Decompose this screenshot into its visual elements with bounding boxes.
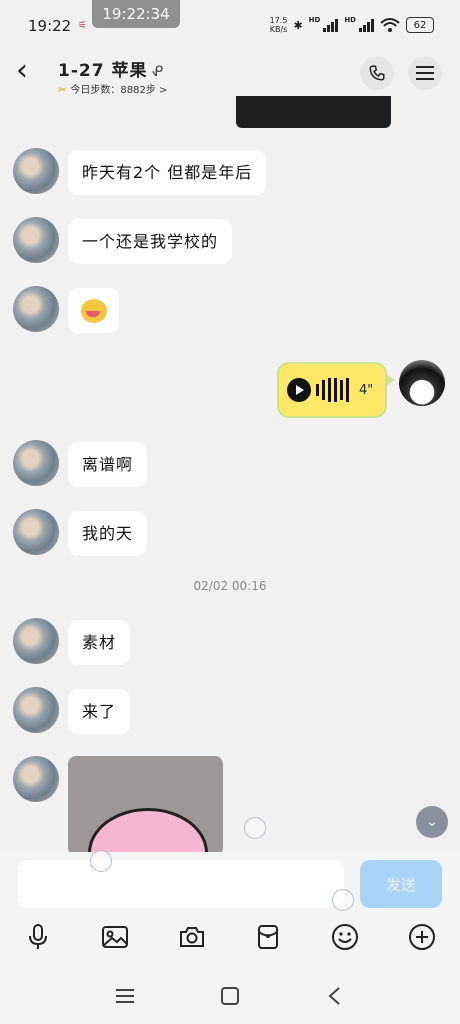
chevron-down-icon: ⌄ [426, 814, 438, 830]
notification-icon: ⚟ [78, 20, 87, 31]
laughing-emoji-icon [80, 298, 107, 323]
contact-avatar[interactable] [13, 440, 59, 486]
status-bar: 19:22 ⚟ 19:22:34 17.5 KB/s ✱ HD HD 62 [0, 0, 460, 50]
voice-duration: 4" [359, 382, 374, 398]
touch-indicator [332, 889, 354, 911]
menu-button[interactable] [408, 56, 442, 90]
contact-avatar[interactable] [13, 509, 59, 555]
signal-icon [323, 18, 339, 32]
battery-indicator: 62 [406, 17, 434, 33]
network-speed: 17.5 KB/s [269, 16, 288, 34]
wifi-icon [380, 18, 400, 32]
message-timestamp: 02/02 00:16 [193, 579, 267, 593]
back-icon [328, 987, 340, 1005]
message-bubble[interactable]: 一个还是我学校的 [68, 219, 233, 264]
microphone-icon [29, 924, 47, 949]
contact-avatar[interactable] [13, 687, 59, 733]
message-row: 我的天 [13, 509, 148, 556]
message-row [13, 286, 119, 333]
nav-home-button[interactable] [210, 976, 250, 1016]
message-row: 来了 [13, 687, 131, 734]
message-row: 昨天有2个 但都是年后 [13, 148, 267, 195]
voice-input-button[interactable] [21, 920, 55, 954]
waveform-icon [316, 378, 349, 402]
phone-icon [369, 65, 385, 81]
message-row: 素材 [13, 618, 131, 665]
sticker-image [88, 808, 208, 856]
message-row-self: 4" [277, 360, 445, 418]
camera-button[interactable] [175, 920, 209, 954]
scroll-to-bottom-button[interactable]: ⌄ [416, 806, 448, 838]
nav-recents-button[interactable] [105, 976, 145, 1016]
hd-label: HD [344, 16, 356, 24]
status-time: 19:22 [28, 17, 72, 35]
message-bubble[interactable]: 素材 [68, 620, 131, 665]
ear-icon: ᕵ [151, 64, 165, 80]
message-input[interactable] [18, 860, 344, 908]
menu-icon [416, 66, 434, 80]
contact-avatar[interactable] [13, 618, 59, 664]
send-button[interactable]: 发送 [360, 860, 442, 908]
my-avatar[interactable] [399, 360, 445, 406]
sticker-message[interactable] [68, 756, 223, 856]
recents-icon [116, 989, 134, 1003]
step-count[interactable]: ✂ 今日步数：8882步 > [58, 81, 167, 96]
message-bubble[interactable]: 来了 [68, 689, 131, 734]
voice-message[interactable]: 4" [277, 362, 395, 418]
image-icon [102, 926, 128, 948]
more-button[interactable] [405, 920, 439, 954]
camera-icon [180, 927, 204, 947]
hd-label: HD [308, 16, 321, 24]
message-bubble[interactable]: 离谱啊 [68, 442, 148, 487]
message-bubble[interactable]: 我的天 [68, 511, 148, 556]
emoji-icon [332, 924, 358, 950]
message-row [13, 756, 223, 856]
gallery-button[interactable] [98, 920, 132, 954]
home-icon [221, 987, 239, 1005]
emoji-message[interactable] [68, 288, 119, 333]
contact-avatar[interactable] [13, 217, 59, 263]
contact-avatar[interactable] [13, 286, 59, 332]
contact-avatar[interactable] [13, 756, 59, 802]
play-icon[interactable] [287, 378, 311, 402]
message-bubble[interactable]: 昨天有2个 但都是年后 [68, 150, 267, 195]
bluetooth-icon: ✱ [293, 18, 303, 32]
emoji-button[interactable] [328, 920, 362, 954]
nav-back-button[interactable] [314, 976, 354, 1016]
status-icons: 17.5 KB/s ✱ HD HD 62 [270, 16, 434, 34]
red-packet-icon [258, 925, 278, 949]
touch-indicator [90, 850, 112, 872]
red-packet-button[interactable] [251, 920, 285, 954]
scissors-icon: ✂ [58, 85, 67, 96]
touch-indicator [244, 817, 266, 839]
image-message-partial[interactable] [236, 96, 391, 128]
plus-icon [409, 924, 435, 950]
chat-header: ‹ 1-27 苹果 ᕵ ✂ 今日步数：8882步 > [0, 48, 460, 104]
call-button[interactable] [360, 56, 394, 90]
input-bar: 发送 [0, 850, 460, 1024]
contact-avatar[interactable] [13, 148, 59, 194]
message-row: 一个还是我学校的 [13, 217, 233, 264]
chat-title[interactable]: 1-27 苹果 ᕵ [58, 56, 164, 81]
back-button[interactable]: ‹ [16, 56, 36, 86]
message-row: 离谱啊 [13, 440, 148, 487]
clock-overlay: 19:22:34 [92, 0, 180, 28]
signal-icon [359, 18, 374, 32]
